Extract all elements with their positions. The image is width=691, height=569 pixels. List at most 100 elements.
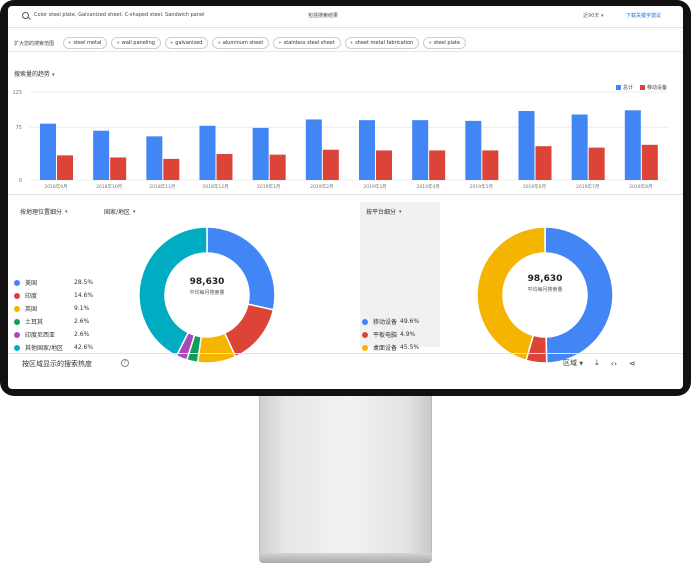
keyword-chip[interactable]: + wall paneling xyxy=(111,37,161,49)
keyword-chip[interactable]: + sheet metal fabrication xyxy=(344,37,420,49)
y-tick-label: 75 xyxy=(16,125,22,131)
keyword-chip-label: stainless steel sheet xyxy=(283,40,335,46)
donut-slice[interactable] xyxy=(206,226,276,311)
keyword-chip[interactable]: + aluminum sheet xyxy=(212,37,270,49)
search-input[interactable]: Color steel plate, Galvanized sheet, C-s… xyxy=(34,12,264,21)
bar-mobile[interactable] xyxy=(429,150,446,180)
x-tick-label: 2019年5月 xyxy=(470,183,493,190)
legend-item[interactable]: 平板电脑 4.9% xyxy=(362,328,419,341)
legend-item[interactable]: 美国 28.5% xyxy=(14,276,93,289)
location-total-caption: 平均每月搜索量 xyxy=(189,290,225,296)
legend-item[interactable]: 土耳其 2.6% xyxy=(14,315,89,328)
bar-total[interactable] xyxy=(359,120,375,180)
legend-value: 45.5% xyxy=(400,344,420,351)
volume-bar-chart: 125 75 0 2018年9月 2018年10月 2018年11月 2018年12月 201… xyxy=(12,90,668,190)
monitor-bezel: Color steel plate, Galvanized sheet, C-s… xyxy=(0,0,691,396)
add-icon: + xyxy=(169,40,174,45)
legend-value: 14.6% xyxy=(74,292,94,299)
keyword-chip[interactable]: + stainless steel sheet xyxy=(273,37,341,49)
screen: Color steel plate, Galvanized sheet, C-s… xyxy=(8,6,683,389)
x-tick-label: 2018年9月 xyxy=(44,183,67,190)
bar-total[interactable] xyxy=(571,114,588,180)
legend-item[interactable]: 移动设备 49.6% xyxy=(362,315,419,328)
legend-label: 土耳其 xyxy=(25,319,44,326)
bar-mobile[interactable] xyxy=(482,150,499,180)
add-icon: + xyxy=(278,40,282,45)
keyword-chip-label: wall paneling xyxy=(121,40,155,46)
legend-dot-icon xyxy=(14,292,20,299)
x-tick-label: 2018年10月 xyxy=(96,183,122,190)
legend-item[interactable]: 英国 9.1% xyxy=(14,302,89,315)
keyword-chip[interactable]: + steel plate xyxy=(423,37,467,49)
add-icon: + xyxy=(68,40,72,45)
bar-mobile[interactable] xyxy=(322,149,339,180)
keyword-row-label: 扩大您的搜索范围 xyxy=(14,41,55,47)
chevron-down-icon: ▾ xyxy=(65,208,68,215)
keyword-chip-label: steel plate xyxy=(433,40,461,46)
chevron-down-icon: ▾ xyxy=(399,208,402,215)
x-tick-label: 2018年12月 xyxy=(202,183,228,190)
keyword-chip-label: sheet metal fabrication xyxy=(355,40,414,46)
bar-mobile[interactable] xyxy=(216,153,233,180)
download-icon[interactable]: ⤓ xyxy=(595,358,599,368)
download-keywords-link[interactable]: 下载关键字建议 xyxy=(626,12,661,19)
location-breakdown-selector[interactable]: 按地理位置细分 ▾ xyxy=(20,207,68,217)
region-select[interactable]: 区域 ▼ xyxy=(563,358,583,368)
bar-mobile[interactable] xyxy=(110,157,127,180)
x-tick-label: 2019年8月 xyxy=(629,183,652,190)
legend-value: 9.1% xyxy=(74,305,90,312)
search-icon[interactable] xyxy=(22,12,29,19)
bar-mobile[interactable] xyxy=(376,150,392,180)
help-icon[interactable]: ? xyxy=(121,359,129,367)
bar-total[interactable] xyxy=(93,130,110,180)
monitor-stand xyxy=(259,396,432,556)
bar-total[interactable] xyxy=(518,111,535,180)
section-divider xyxy=(8,194,683,195)
keyword-chip[interactable]: + steel metal xyxy=(63,37,108,49)
bar-total[interactable] xyxy=(624,110,641,180)
donut-slice[interactable] xyxy=(544,226,614,364)
region-type-selector[interactable]: 国家/地区 ▾ xyxy=(104,207,136,217)
x-tick-label: 2019年7月 xyxy=(576,183,599,190)
x-tick-label: 2019年2月 xyxy=(310,183,333,190)
legend-label: 英国 xyxy=(25,306,38,313)
platform-donut-center: 98,630 平均每月搜索量 xyxy=(505,274,585,293)
legend-label: 美国 xyxy=(25,280,38,287)
legend-value: 28.5% xyxy=(74,279,94,286)
top-search-bar: Color steel plate, Galvanized sheet, C-s… xyxy=(8,6,683,28)
volume-trend-title[interactable]: 搜索量的趋势 ▾ xyxy=(14,69,54,78)
x-tick-label: 2019年3月 xyxy=(363,183,386,190)
x-tick-label: 2018年11月 xyxy=(149,183,175,190)
bar-total[interactable] xyxy=(305,119,322,180)
include-results-button[interactable]: 包括搜索结果 xyxy=(308,12,338,19)
caret-down-icon: ▼ xyxy=(579,361,584,367)
keyword-chip-label: aluminum sheet xyxy=(222,40,264,46)
bar-mobile[interactable] xyxy=(163,158,180,180)
chevron-down-icon: ▾ xyxy=(51,72,55,78)
legend-item[interactable]: 印度 14.6% xyxy=(14,289,93,302)
y-tick-label: 125 xyxy=(12,90,22,96)
date-range-selector[interactable]: 近90天 ▾ xyxy=(583,12,603,19)
bar-total[interactable] xyxy=(146,136,163,180)
legend-label: 移动设备 xyxy=(373,319,398,326)
bar-mobile[interactable] xyxy=(269,154,286,180)
bar-total[interactable] xyxy=(40,123,56,180)
bar-mobile[interactable] xyxy=(588,147,605,180)
bar-mobile[interactable] xyxy=(57,155,73,180)
bar-total[interactable] xyxy=(465,120,482,180)
bar-mobile[interactable] xyxy=(535,146,552,180)
legend-dot-icon xyxy=(14,279,20,286)
bar-total[interactable] xyxy=(252,127,269,180)
chevron-down-icon: ▾ xyxy=(133,208,136,215)
keyword-chip[interactable]: + galvanized xyxy=(164,37,209,49)
share-icon[interactable]: ⋖ xyxy=(629,359,636,368)
bar-total[interactable] xyxy=(199,125,216,180)
bar-total[interactable] xyxy=(412,120,429,180)
location-legend: 美国 28.5% 印度 14.6% 英国 9.1% 土耳其 2.6% 印度尼西亚 2.6% 其他国家… xyxy=(14,276,93,354)
legend-item[interactable]: 印度尼西亚 2.6% xyxy=(14,328,89,341)
legend-label: 桌面设备 xyxy=(373,345,398,352)
bar-mobile[interactable] xyxy=(641,144,658,180)
embed-code-icon[interactable]: ‹› xyxy=(611,359,617,368)
platform-breakdown-selector[interactable]: 按平台细分 ▾ xyxy=(366,207,402,217)
legend-dot-icon xyxy=(14,344,20,351)
